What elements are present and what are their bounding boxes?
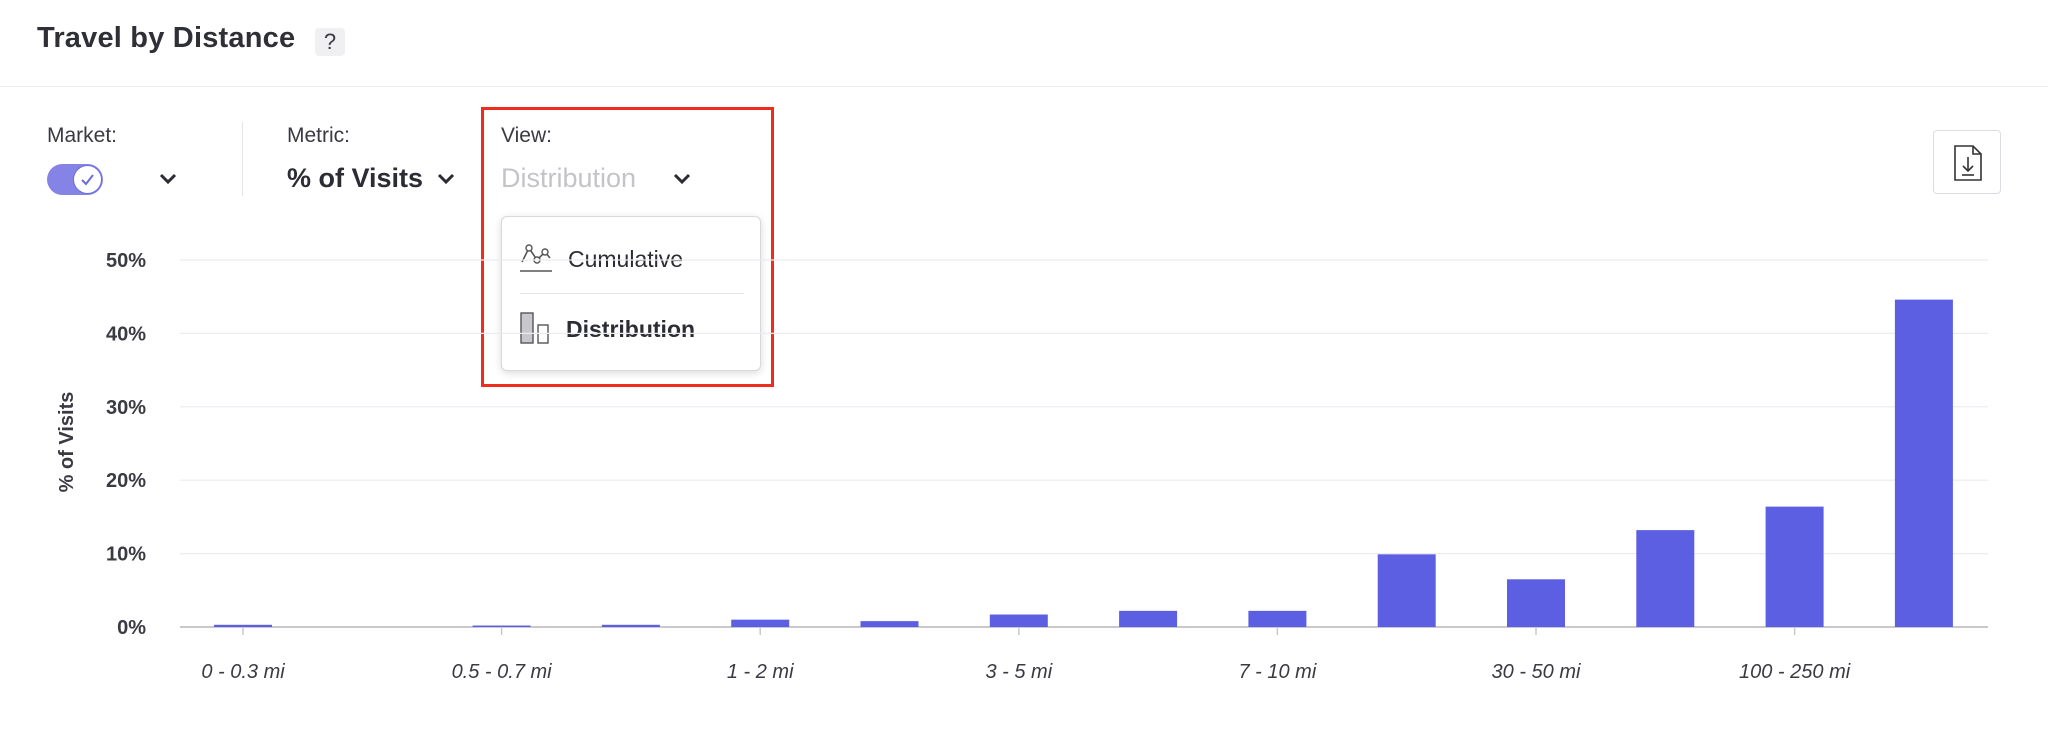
- x-tick-label: 30 - 50 mi: [1492, 661, 1581, 683]
- bar[interactable]: [989, 614, 1048, 627]
- bar[interactable]: [472, 625, 531, 627]
- bar[interactable]: [601, 624, 660, 627]
- x-tick-label: 0.5 - 0.7 mi: [452, 661, 553, 683]
- y-axis-title: % of Visits: [56, 392, 78, 493]
- bar[interactable]: [731, 619, 790, 627]
- bar[interactable]: [1894, 299, 1953, 627]
- y-tick-label: 30%: [106, 397, 146, 419]
- y-tick-label: 20%: [106, 470, 146, 492]
- x-tick-label: 7 - 10 mi: [1238, 661, 1316, 683]
- y-tick-label: 0%: [117, 617, 146, 639]
- bar[interactable]: [1377, 554, 1436, 627]
- y-tick-label: 40%: [106, 323, 146, 345]
- y-tick-label: 50%: [106, 250, 146, 272]
- x-tick-label: 3 - 5 mi: [985, 661, 1052, 683]
- bar[interactable]: [214, 624, 272, 627]
- bar[interactable]: [1765, 506, 1824, 627]
- x-tick-label: 100 - 250 mi: [1739, 661, 1851, 683]
- bar[interactable]: [1636, 530, 1695, 627]
- bar[interactable]: [1507, 579, 1565, 627]
- bar[interactable]: [1119, 610, 1178, 627]
- bar[interactable]: [1248, 610, 1307, 627]
- bar[interactable]: [860, 621, 919, 627]
- x-tick-label: 1 - 2 mi: [727, 661, 794, 683]
- x-tick-label: 0 - 0.3 mi: [201, 661, 285, 683]
- travel-distance-chart: 0% 10% 20% 30% 40% 50% 0 - 0.3 mi 0.5 - 0.7 mi…: [56, 250, 1988, 683]
- y-tick-label: 10%: [106, 544, 146, 566]
